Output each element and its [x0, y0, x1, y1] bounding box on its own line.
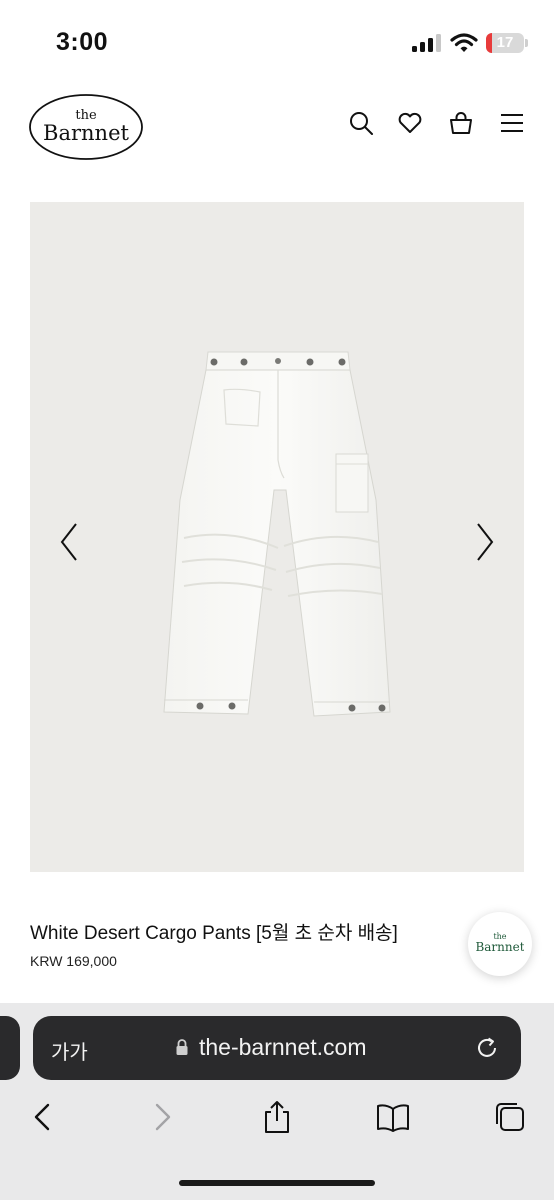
status-bar: 3:00 17	[0, 0, 554, 80]
bookmarks-icon[interactable]	[376, 1099, 410, 1135]
cellular-signal-icon	[412, 34, 442, 52]
floating-chat-button[interactable]: the Barnnet	[468, 912, 532, 976]
forward-icon	[155, 1103, 171, 1131]
address-bar[interactable]: 가가 the-barnnet.com	[33, 1016, 521, 1080]
barnnet-badge-logo: the Barnnet	[476, 932, 524, 954]
status-time: 3:00	[56, 28, 109, 56]
safari-toolbar: 가가 the-barnnet.com	[0, 1003, 554, 1200]
bag-icon[interactable]	[448, 110, 474, 136]
cargo-pants-image	[163, 351, 391, 717]
wifi-icon	[450, 33, 478, 52]
barnnet-logo[interactable]: the Barnnet	[28, 92, 144, 162]
previous-image-arrow-icon[interactable]	[56, 520, 84, 564]
home-indicator[interactable]	[179, 1180, 375, 1186]
site-header: the Barnnet	[0, 84, 554, 174]
share-icon[interactable]	[260, 1099, 294, 1135]
battery-level: 17	[496, 34, 514, 51]
previous-tab-preview[interactable]	[0, 1016, 20, 1080]
next-image-arrow-icon[interactable]	[470, 520, 498, 564]
battery-nub	[525, 39, 528, 47]
battery-icon: 17	[486, 33, 524, 53]
search-icon[interactable]	[348, 110, 374, 136]
lock-icon	[176, 1039, 188, 1055]
reload-icon[interactable]	[474, 1035, 500, 1061]
menu-icon[interactable]	[499, 110, 525, 136]
back-icon[interactable]	[26, 1099, 60, 1135]
heart-icon[interactable]	[397, 110, 423, 136]
svg-text:Barnnet: Barnnet	[476, 940, 524, 954]
product-title: White Desert Cargo Pants [5월 초 순차 배송]	[30, 923, 398, 944]
product-image[interactable]	[30, 202, 524, 872]
tabs-icon[interactable]	[492, 1099, 526, 1135]
url-text[interactable]: the-barnnet.com	[199, 1034, 366, 1061]
product-price: KRW 169,000	[30, 953, 117, 969]
text-size-button[interactable]: 가가	[51, 1036, 88, 1065]
svg-text:Barnnet: Barnnet	[43, 121, 129, 145]
